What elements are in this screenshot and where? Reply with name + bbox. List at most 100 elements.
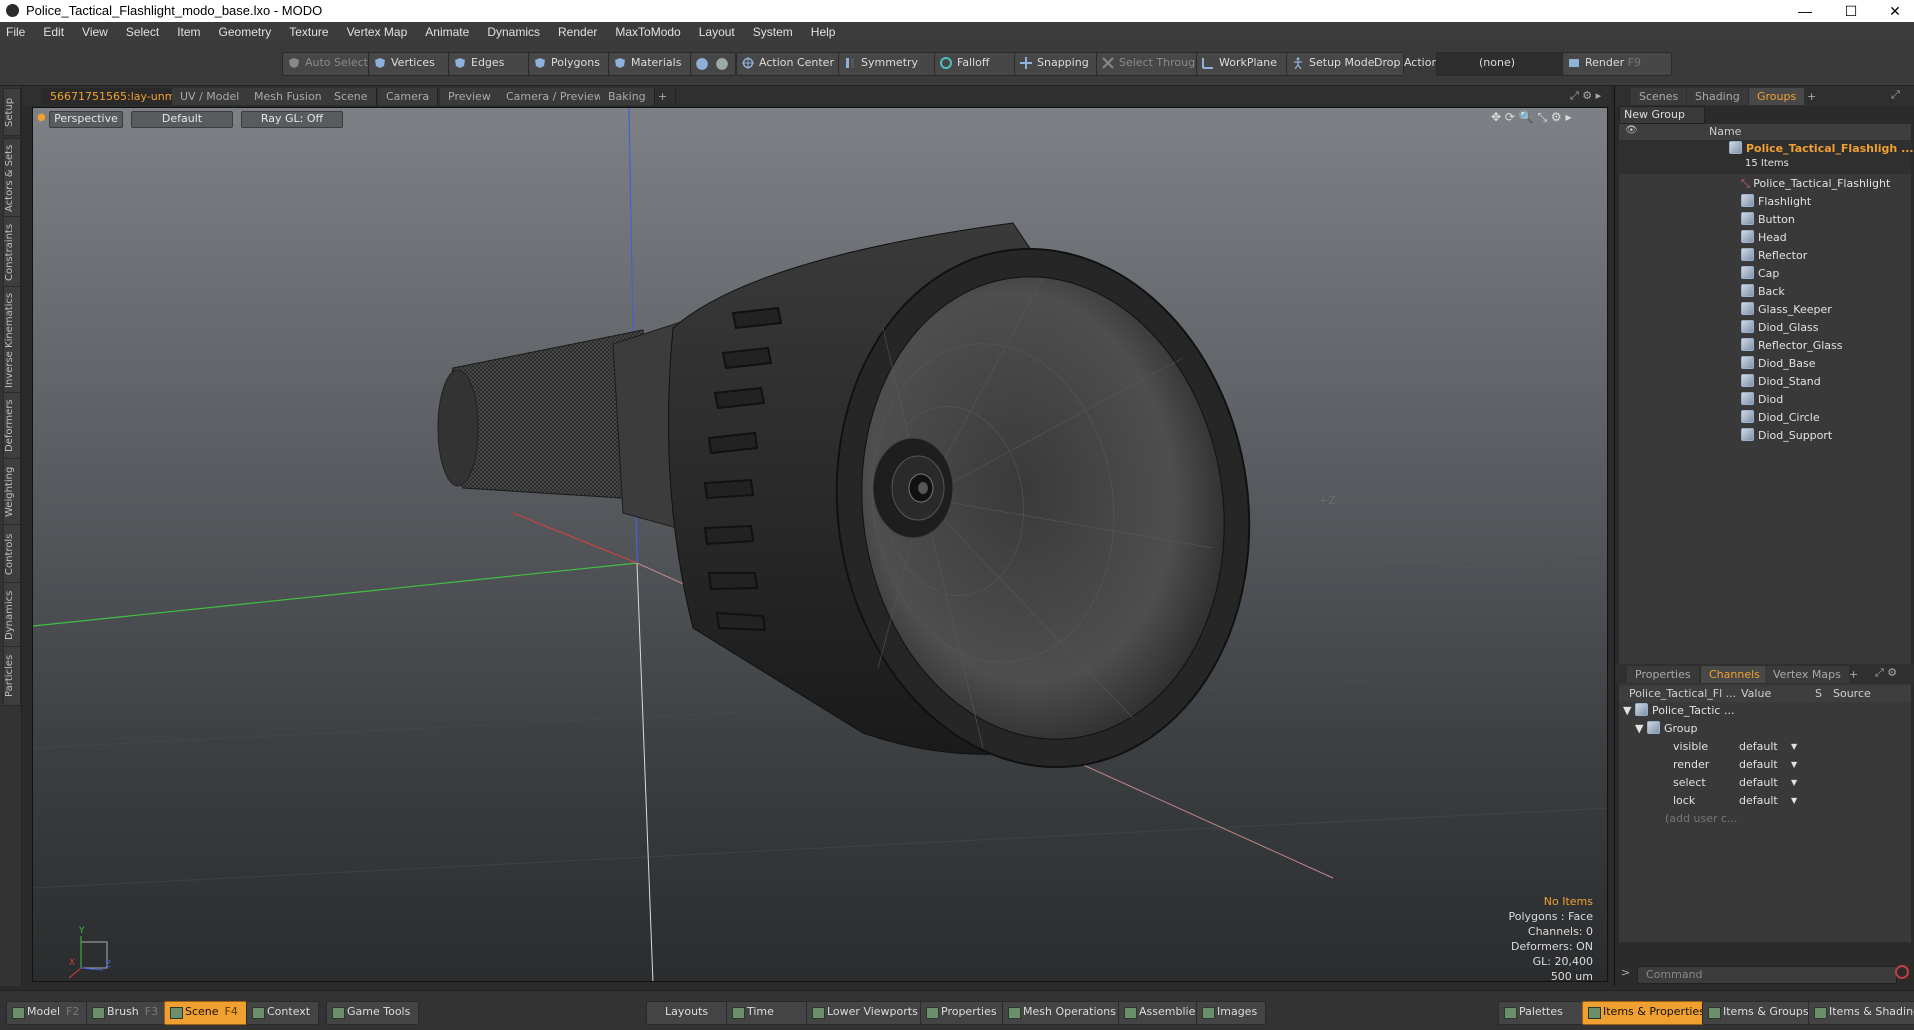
items-shading-button[interactable]: Items & Shading xyxy=(1808,1001,1914,1025)
list-item[interactable]: Diod_Stand xyxy=(1741,373,1821,391)
chevron-down-icon[interactable]: ▼ xyxy=(1791,774,1797,792)
vtab-actors-sets[interactable]: Actors & Sets xyxy=(3,138,21,218)
tab-shading[interactable]: Shading xyxy=(1687,88,1748,105)
tab-scenes[interactable]: Scenes xyxy=(1631,88,1687,105)
vtab-inverse-kinematics[interactable]: Inverse Kinematics xyxy=(3,286,21,394)
images-button[interactable]: Images xyxy=(1196,1001,1267,1025)
menu-view[interactable]: View xyxy=(82,25,108,39)
table-row[interactable]: render default ▼ xyxy=(1673,756,1909,774)
chevron-down-icon[interactable]: ▼ xyxy=(1791,738,1797,756)
menu-vertex-map[interactable]: Vertex Map xyxy=(347,25,408,39)
tab-uv-model[interactable]: UV / Model xyxy=(172,88,249,105)
vtab-deformers[interactable]: Deformers xyxy=(3,392,21,460)
tab-properties[interactable]: Properties xyxy=(1627,666,1699,683)
maximize-button[interactable]: ☐ xyxy=(1828,0,1874,22)
vtab-controls[interactable]: Controls xyxy=(3,524,21,584)
list-item[interactable]: Button xyxy=(1741,211,1795,229)
menu-geometry[interactable]: Geometry xyxy=(219,25,272,39)
default-shading-button[interactable]: Default xyxy=(131,111,233,128)
menu-animate[interactable]: Animate xyxy=(425,25,469,39)
channels-col-s: S xyxy=(1815,687,1822,700)
menu-maxtomodo[interactable]: MaxToModo xyxy=(615,25,680,39)
properties-button[interactable]: Properties xyxy=(920,1001,1006,1025)
list-item[interactable]: Cap xyxy=(1741,265,1779,283)
list-item[interactable]: Glass_Keeper xyxy=(1741,301,1832,319)
list-item[interactable]: Back xyxy=(1741,283,1785,301)
vtab-dynamics[interactable]: Dynamics xyxy=(3,582,21,648)
name-column-header[interactable]: Name xyxy=(1709,125,1741,138)
menu-texture[interactable]: Texture xyxy=(289,25,328,39)
menu-file[interactable]: File xyxy=(6,25,25,39)
3d-viewport[interactable]: ● Perspective Default Ray GL: Off ✥ ⟳ 🔍 … xyxy=(32,107,1608,982)
menu-edit[interactable]: Edit xyxy=(43,25,64,39)
visibility-eye-icon[interactable]: 👁 xyxy=(1625,125,1638,136)
viewport-menu-icon[interactable]: ● xyxy=(37,112,46,123)
group-item-count: 15 Items xyxy=(1745,158,1789,169)
game-tools-button[interactable]: Game Tools xyxy=(326,1001,420,1025)
panel-expand-icon[interactable]: ⤢ xyxy=(1891,88,1900,102)
table-row[interactable]: visible default ▼ xyxy=(1673,738,1909,756)
menu-item[interactable]: Item xyxy=(177,25,200,39)
tab-preview[interactable]: Preview xyxy=(440,88,500,105)
add-user-channel[interactable]: (add user c... xyxy=(1665,810,1738,828)
list-item[interactable]: Diod_Base xyxy=(1741,355,1816,373)
menu-dynamics[interactable]: Dynamics xyxy=(487,25,540,39)
vtab-setup[interactable]: Setup xyxy=(3,88,21,136)
vtab-particles[interactable]: Particles xyxy=(3,646,21,706)
vtab-weighting[interactable]: Weighting xyxy=(3,458,21,526)
channel-item-row[interactable]: ▼ Police_Tactic ... xyxy=(1623,702,1734,720)
render-button[interactable]: Render F9 xyxy=(1562,52,1672,76)
command-input[interactable]: Command xyxy=(1637,966,1897,984)
list-item[interactable]: Diod_Circle xyxy=(1741,409,1820,427)
mesh-operations-button[interactable]: Mesh Operations xyxy=(1002,1001,1125,1025)
add-tab-button[interactable]: + xyxy=(650,88,677,105)
list-item[interactable]: Head xyxy=(1741,229,1787,247)
add-panel-tab-button[interactable]: + xyxy=(1799,88,1824,105)
list-item[interactable]: Diod_Glass xyxy=(1741,319,1819,337)
list-item[interactable]: Reflector_Glass xyxy=(1741,337,1843,355)
tab-camera[interactable]: Camera xyxy=(378,88,439,105)
list-item[interactable]: Flashlight xyxy=(1741,193,1811,211)
viewport-nav-icons[interactable]: ✥ ⟳ 🔍 ⤡ ⚙ ▸ xyxy=(1491,110,1572,125)
brush-layout-button[interactable]: Brush F3 xyxy=(86,1001,168,1025)
menu-layout[interactable]: Layout xyxy=(699,25,735,39)
table-row[interactable]: lock default ▼ xyxy=(1673,792,1909,810)
tab-baking[interactable]: Baking xyxy=(600,88,655,105)
items-groups-button[interactable]: Items & Groups xyxy=(1702,1001,1818,1025)
items-properties-button[interactable]: Items & Properties xyxy=(1582,1001,1714,1025)
tab-vertex-maps[interactable]: Vertex Maps xyxy=(1765,666,1849,683)
new-group-button[interactable]: New Group xyxy=(1619,106,1705,124)
group-root-row[interactable]: Police_Tactical_Flashligh ... 15 Items xyxy=(1619,140,1914,174)
channel-group-row[interactable]: ▼ Group xyxy=(1635,720,1697,738)
tab-mesh-fusion[interactable]: Mesh Fusion xyxy=(246,88,331,105)
close-button[interactable]: ✕ xyxy=(1872,0,1914,22)
record-macro-icon[interactable] xyxy=(1895,965,1909,979)
add-props-tab-button[interactable]: + xyxy=(1841,666,1866,683)
menu-help[interactable]: Help xyxy=(811,25,836,39)
viewport-options-icon[interactable]: ⤢ ⚙ ▸ xyxy=(1570,89,1601,103)
props-options-icon[interactable]: ⤢ ⚙ xyxy=(1875,666,1897,680)
tab-camera-preview[interactable]: Camera / Preview xyxy=(498,88,612,105)
chevron-down-icon[interactable]: ▼ xyxy=(1791,792,1797,810)
menu-render[interactable]: Render xyxy=(558,25,597,39)
lower-viewports-button[interactable]: Lower Viewports xyxy=(806,1001,927,1025)
list-item[interactable]: ⤡ Police_Tactical_Flashlight xyxy=(1741,175,1890,193)
list-item[interactable]: Reflector xyxy=(1741,247,1807,265)
list-item[interactable]: Diod xyxy=(1741,391,1783,409)
chevron-down-icon[interactable]: ▼ xyxy=(1791,756,1797,774)
tab-scene[interactable]: Scene xyxy=(326,88,377,105)
model-layout-button[interactable]: Model F2 xyxy=(6,1001,89,1025)
menu-system[interactable]: System xyxy=(753,25,793,39)
tab-groups[interactable]: Groups xyxy=(1749,88,1805,105)
ray-gl-button[interactable]: Ray GL: Off xyxy=(241,111,343,128)
menu-select[interactable]: Select xyxy=(126,25,159,39)
list-item[interactable]: Diod_Support xyxy=(1741,427,1832,445)
scene-layout-button[interactable]: Scene F4 xyxy=(164,1001,247,1025)
context-button[interactable]: Context xyxy=(246,1001,320,1025)
selection-mode-toggles[interactable] xyxy=(690,52,736,76)
perspective-button[interactable]: Perspective xyxy=(49,111,123,128)
tab-channels[interactable]: Channels xyxy=(1701,666,1768,683)
table-row[interactable]: select default ▼ xyxy=(1673,774,1909,792)
vtab-constraints[interactable]: Constraints xyxy=(3,216,21,288)
minimize-button[interactable]: — xyxy=(1782,0,1828,22)
